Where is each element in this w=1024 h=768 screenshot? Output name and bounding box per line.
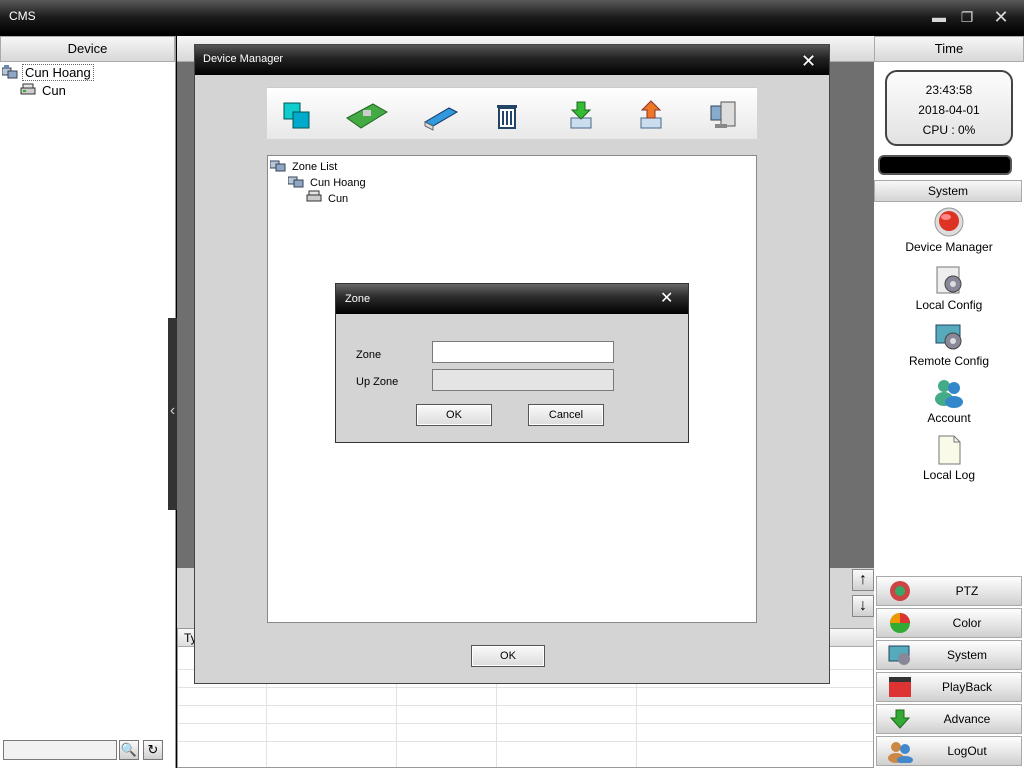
remote-config-icon [935,324,962,350]
add-zone-icon[interactable] [281,100,313,132]
local-log-icon [938,435,961,465]
tree-item-label: Cun [328,193,349,205]
device-manager-titlebar[interactable]: Device Manager ✕ [195,45,829,75]
account-button[interactable]: Account [874,377,1024,425]
local-config-button[interactable]: Local Config [874,264,1024,312]
collapse-panel-button[interactable]: ‹ [168,318,177,510]
scroll-down-button[interactable]: ↓ [852,595,874,617]
local-config-label: Local Config [915,298,983,312]
ptz-label: PTZ [955,584,979,598]
device-manager-ok-button[interactable]: OK [471,645,545,667]
local-log-label: Local Log [922,468,976,482]
device-icon [306,190,322,202]
remote-config-label: Remote Config [908,354,990,368]
system-label: System [946,648,987,662]
scroll-up-button[interactable]: ↑ [852,569,874,591]
add-device-icon[interactable] [345,100,389,132]
zone-cancel-button[interactable]: Cancel [528,404,604,426]
zone-dialog-titlebar[interactable]: Zone ✕ [336,284,688,314]
advance-button[interactable]: Advance [876,704,1022,734]
tree-item-zone[interactable]: Cun Hoang [2,64,94,82]
system-header: System [874,180,1022,202]
clock-date: 2018-04-01 [918,103,980,117]
device-panel-header: Device [0,36,175,62]
refresh-icon: ↻ [147,742,159,757]
arrow-down-icon: ↓ [859,597,867,614]
clock-display: 23:43:58 2018-04-01 CPU : 0% [885,70,1013,146]
export-icon[interactable] [635,100,667,132]
account-icon [935,380,963,408]
zone-list-icon [270,160,286,172]
zone-icon [2,65,18,79]
chevron-left-icon: ‹ [169,402,176,419]
ptz-button[interactable]: PTZ [876,576,1022,606]
time-header: Time [874,36,1024,62]
connect-icon[interactable] [707,100,739,132]
close-button[interactable]: ✕ [990,8,1012,26]
color-button[interactable]: Color [876,608,1022,638]
search-icon: 🔍 [120,742,138,757]
device-manager-toolbar [267,87,757,139]
device-manager-button[interactable]: Device Manager [874,206,1024,254]
zone-ok-button[interactable]: OK [416,404,492,426]
remote-config-button[interactable]: Remote Config [874,320,1024,368]
advance-icon [889,709,911,729]
import-icon[interactable] [565,100,597,132]
system-icon [888,645,910,665]
tree-item-label: Cun [42,83,66,98]
system-button[interactable]: System [876,640,1022,670]
playback-label: PlayBack [941,680,993,694]
device-manager-label: Device Manager [905,240,993,254]
tree-item-label: Zone List [292,161,338,173]
cpu-usage: CPU : 0% [922,123,976,137]
tree-item-device[interactable]: Cun [20,82,68,100]
maximize-button[interactable]: ❐ [956,8,978,26]
status-bar [878,155,1012,175]
device-panel: Device Cun Hoang Cun [0,36,176,768]
color-icon [890,613,910,633]
logout-button[interactable]: LogOut [876,736,1022,766]
tree-item-label: Cun Hoang [310,177,366,189]
local-log-button[interactable]: Local Log [874,434,1024,482]
device-icon [20,83,36,95]
playback-icon [889,677,911,697]
device-manager-title: Device Manager [203,53,284,65]
tree-item-device[interactable]: Cun [306,189,350,207]
color-label: Color [952,616,982,630]
up-zone-label: Up Zone [356,376,399,388]
arrow-up-icon: ↑ [859,571,867,588]
device-manager-close-button[interactable]: ✕ [801,52,816,70]
zone-icon [288,176,304,188]
playback-button[interactable]: PlayBack [876,672,1022,702]
device-search-input[interactable] [3,740,117,760]
minimize-button[interactable]: ▬ [928,8,950,26]
account-label: Account [927,411,971,425]
zone-dialog-close-button[interactable]: ✕ [660,291,673,307]
modify-icon[interactable] [423,100,459,132]
zone-dialog-title: Zone [345,293,371,305]
zone-label: Zone [356,349,382,361]
search-button[interactable]: 🔍 [119,740,139,760]
advance-label: Advance [943,712,991,726]
delete-icon[interactable] [491,100,523,132]
ptz-icon [890,581,910,601]
tree-item-label: Cun Hoang [22,64,94,81]
zone-name-input[interactable] [432,341,614,363]
app-title: CMS [9,9,36,23]
logout-icon [888,742,913,763]
zone-dialog: Zone ✕ Zone Up Zone OK Cancel [335,283,689,443]
local-config-icon [936,266,962,294]
refresh-button[interactable]: ↻ [143,740,163,760]
clock-time: 23:43:58 [925,83,973,97]
up-zone-input[interactable] [432,369,614,391]
device-manager-icon [934,207,964,237]
title-bar: CMS ▬ ❐ ✕ [0,0,1024,34]
logout-label: LogOut [947,744,987,758]
